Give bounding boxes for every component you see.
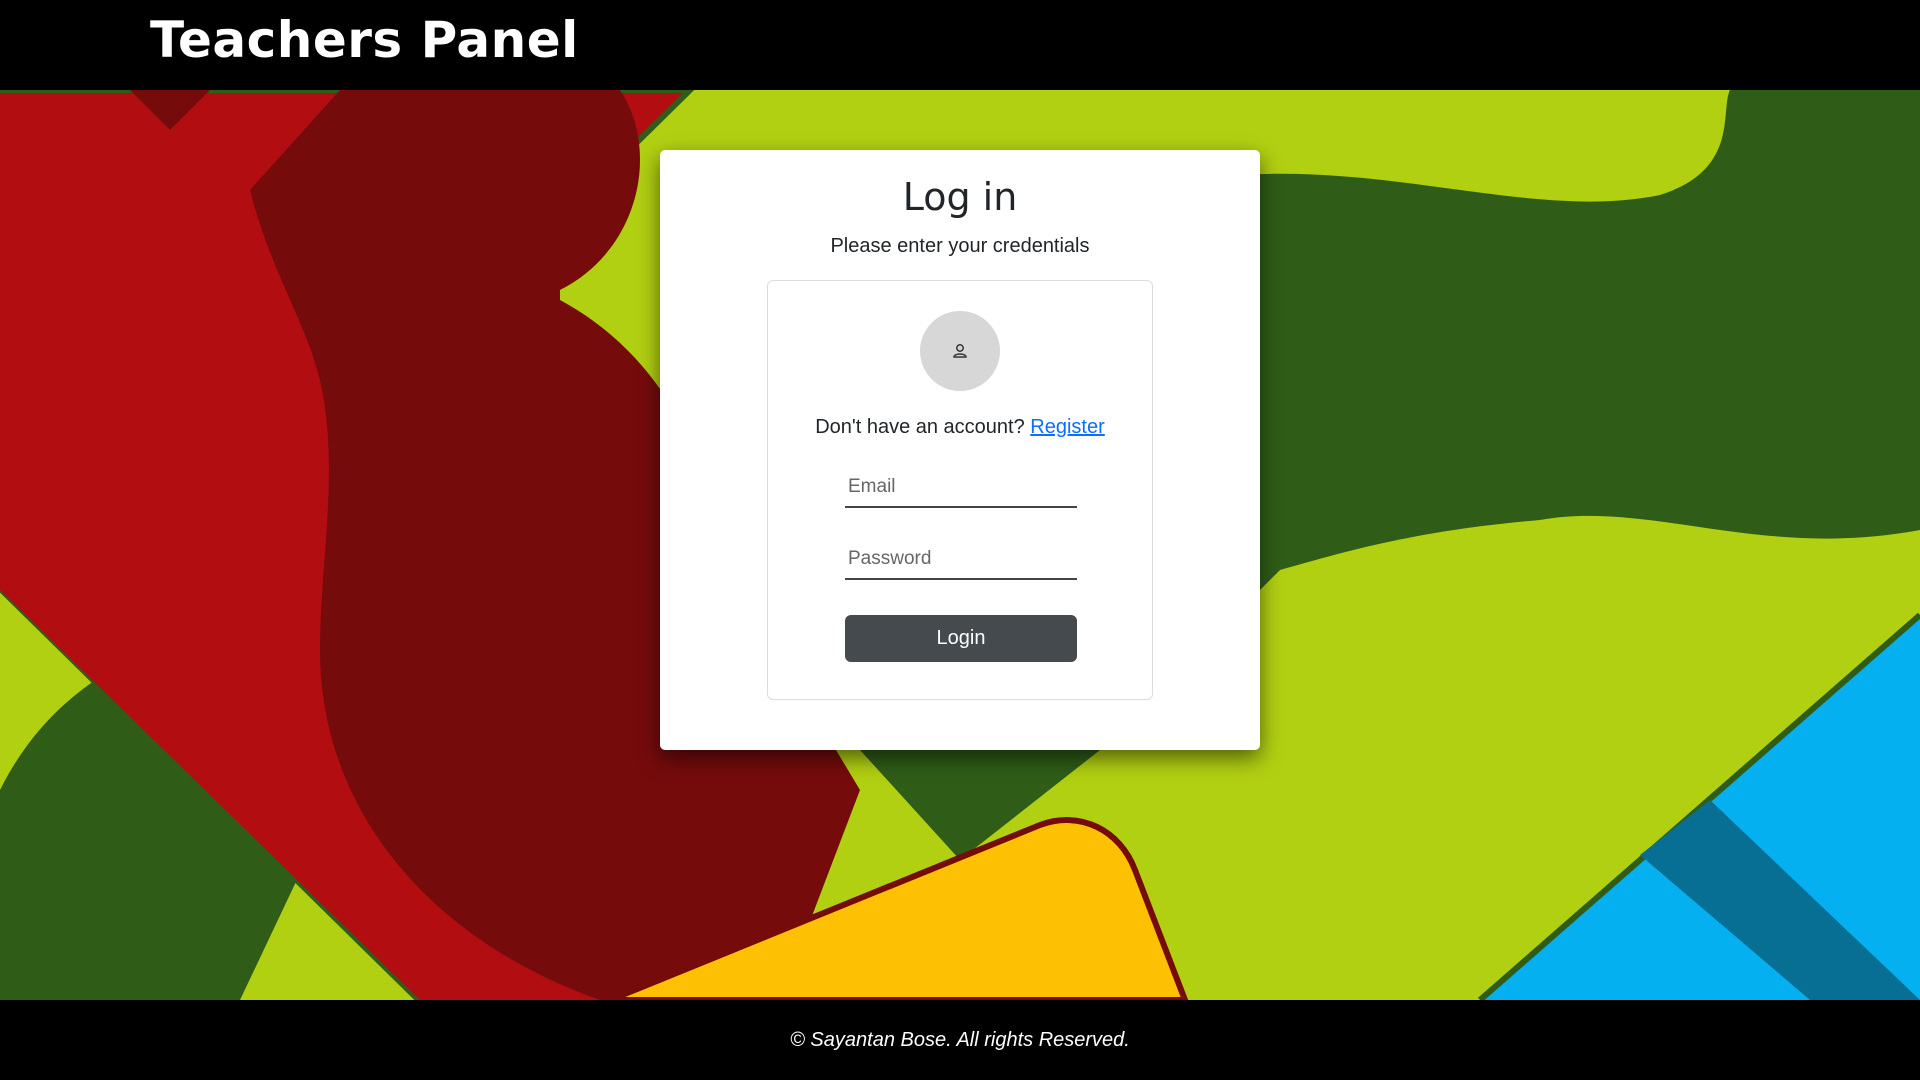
avatar [920, 311, 1000, 391]
login-button[interactable]: Login [845, 615, 1077, 662]
register-prompt: Don't have an account? Register [768, 413, 1152, 441]
footer: © Sayantan Bose. All rights Reserved. [0, 1000, 1920, 1080]
password-field[interactable] [845, 540, 1077, 580]
login-card: Log in Please enter your credentials Don… [660, 150, 1260, 750]
email-field[interactable] [845, 468, 1077, 508]
login-title: Log in [902, 175, 1018, 219]
top-navbar: Teachers Panel [0, 0, 1920, 90]
brand-title[interactable]: Teachers Panel [150, 8, 579, 72]
register-link[interactable]: Register [1030, 416, 1104, 438]
copyright-text: © Sayantan Bose. All rights Reserved. [790, 1029, 1130, 1051]
login-form: Don't have an account? Register Login [767, 280, 1153, 700]
login-subtitle: Please enter your credentials [830, 235, 1090, 257]
user-icon [953, 344, 967, 358]
register-prompt-text: Don't have an account? [815, 416, 1025, 438]
